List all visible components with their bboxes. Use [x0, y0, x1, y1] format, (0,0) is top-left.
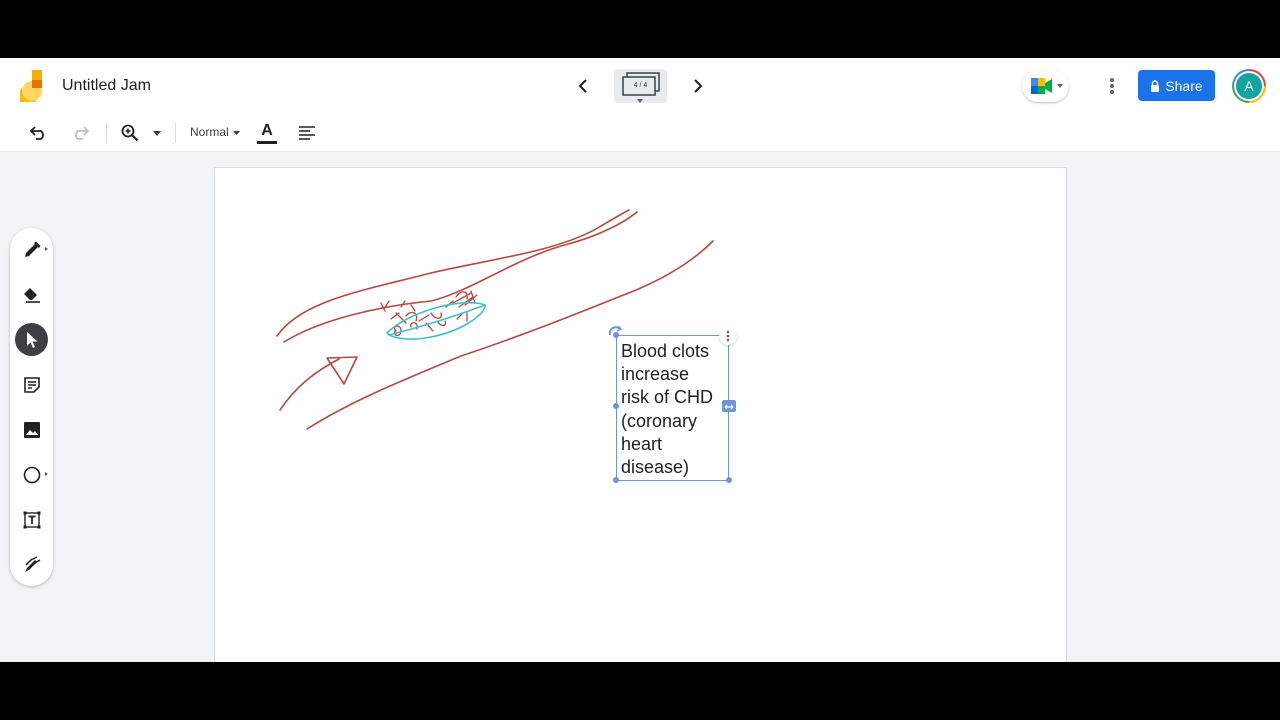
resize-handle-left[interactable] [613, 403, 619, 409]
toolbar-divider [175, 123, 176, 143]
zoom-dropdown-button[interactable] [146, 122, 168, 144]
text-line: disease) [621, 457, 690, 478]
pen-tool[interactable] [15, 233, 48, 266]
undo-button[interactable] [28, 122, 50, 144]
align-left-icon [299, 126, 315, 140]
rotate-handle-icon[interactable] [607, 324, 623, 336]
text-color-button[interactable]: A [256, 122, 278, 144]
image-tool[interactable] [15, 413, 48, 446]
clot-outline-stroke [386, 301, 486, 340]
resize-handle-bottom-left[interactable] [613, 477, 619, 483]
toolbar-divider [106, 123, 107, 143]
more-options-button[interactable] [1102, 74, 1122, 98]
text-box-icon [23, 511, 40, 528]
text-line: increase [621, 364, 690, 385]
font-size-value: Normal [190, 125, 229, 139]
circle-shape-icon [23, 466, 40, 483]
text-box-tool[interactable] [15, 503, 48, 536]
laser-icon [24, 555, 40, 572]
top-bar: Untitled Jam 4 / 4 Share A [0, 58, 1280, 114]
laser-tool[interactable] [15, 548, 48, 581]
prev-frame-button[interactable] [571, 74, 595, 98]
caret-down-icon [233, 130, 241, 135]
text-box[interactable]: Blood clots increase risk of CHD (corona… [608, 325, 736, 483]
font-size-select[interactable]: Normal [190, 125, 241, 139]
select-tool[interactable] [15, 323, 48, 356]
pen-icon [24, 241, 40, 257]
frame-bar-button[interactable]: 4 / 4 [614, 69, 667, 103]
zoom-button[interactable] [119, 122, 141, 144]
text-line: risk of CHD [621, 387, 714, 408]
text-box-menu-button[interactable] [719, 327, 737, 345]
more-vert-icon [726, 330, 730, 342]
tool-rail [10, 228, 53, 586]
more-vert-icon [1110, 78, 1114, 94]
text-line: Blood clots [621, 341, 710, 361]
sticky-note-tool[interactable] [15, 368, 48, 401]
document-title[interactable]: Untitled Jam [62, 77, 151, 95]
jam-canvas[interactable]: Blood clots increase risk of CHD (corona… [214, 167, 1067, 662]
next-frame-button[interactable] [686, 74, 710, 98]
eraser-icon [23, 287, 40, 303]
zoom-in-icon [121, 124, 139, 142]
shape-tool[interactable] [15, 458, 48, 491]
caret-down-icon [153, 130, 161, 136]
text-line: (coronary [621, 410, 698, 431]
frame-indicator: 4 / 4 [633, 82, 648, 89]
letterbox-bottom [0, 662, 1280, 720]
account-avatar[interactable]: A [1232, 69, 1266, 103]
jamboard-logo[interactable] [17, 70, 44, 107]
resize-handle-bottom-right[interactable] [726, 477, 732, 483]
edit-toolbar: Normal A [0, 114, 1280, 152]
redo-button[interactable] [69, 122, 91, 144]
share-label: Share [1165, 77, 1203, 94]
submenu-arrow-icon [45, 472, 48, 476]
image-icon [23, 421, 40, 438]
drag-arrows-icon [724, 404, 734, 410]
caret-down-icon [1057, 84, 1063, 88]
artery-upper-inner-stroke [283, 211, 638, 343]
lock-icon [1151, 79, 1160, 92]
flow-arrow-stroke [326, 356, 358, 385]
meet-button[interactable] [1022, 70, 1069, 102]
jamboard-app: Untitled Jam 4 / 4 Share A Normal A Bloo… [0, 58, 1280, 662]
avatar-initial: A [1236, 73, 1262, 99]
share-button[interactable]: Share [1138, 70, 1215, 101]
submenu-arrow-icon [45, 247, 48, 251]
text-color-icon: A [261, 121, 273, 139]
sticky-note-icon [23, 376, 40, 393]
chevron-right-icon [694, 79, 703, 93]
width-drag-handle[interactable] [722, 400, 736, 412]
text-color-swatch [257, 140, 277, 144]
caret-down-icon [637, 99, 643, 103]
redo-icon [75, 126, 89, 140]
eraser-tool[interactable] [15, 278, 48, 311]
cursor-icon [26, 331, 37, 348]
meet-icon [1031, 78, 1052, 94]
chevron-left-icon [578, 79, 587, 93]
align-button[interactable] [296, 122, 318, 144]
undo-icon [30, 126, 44, 140]
artery-lower-left-stroke [279, 358, 340, 411]
letterbox-top [0, 0, 1280, 58]
text-line: heart [621, 433, 663, 454]
text-box-content[interactable]: Blood clots increase risk of CHD (corona… [621, 340, 729, 479]
